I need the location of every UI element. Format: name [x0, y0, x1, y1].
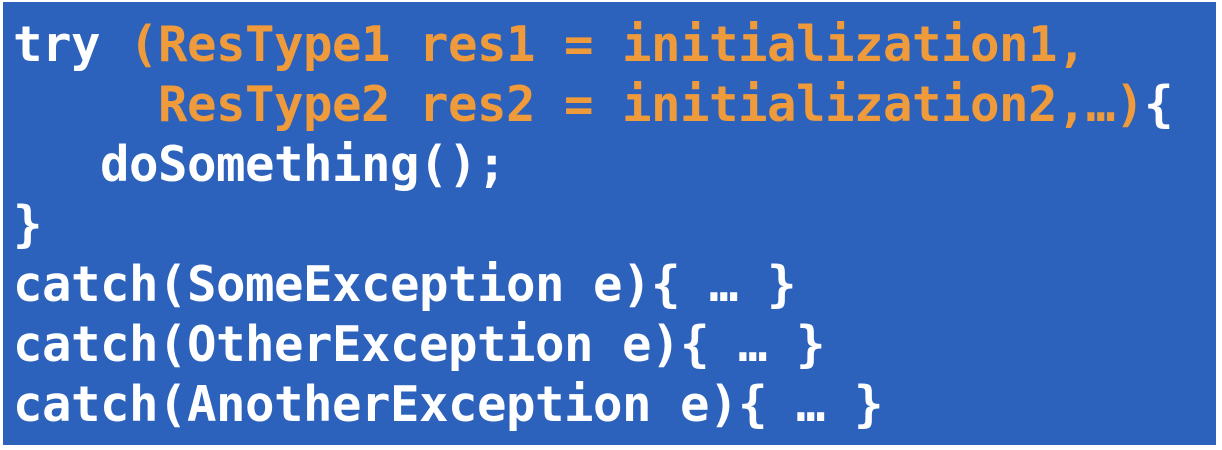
code-line-catch-other: catch(OtherException e){ … }	[13, 316, 826, 373]
open-brace: {	[1144, 76, 1174, 133]
resource-declaration-2: ResType2 res2 = initialization2,…)	[158, 76, 1145, 133]
code-line-resource-2: ResType2 res2 = initialization2,…){	[13, 76, 1174, 134]
code-line-catch-some: catch(SomeException e){ … }	[13, 256, 797, 313]
code-line-catch-another: catch(AnotherException e){ … }	[13, 376, 884, 433]
resource-declaration-1: (ResType1 res1 = initialization1,	[100, 16, 1087, 73]
try-keyword: try	[13, 16, 101, 73]
code-block: try (ResType1 res1 = initialization1, Re…	[3, 2, 1216, 445]
code-line-close-brace: }	[13, 196, 43, 253]
code-line-try: try (ResType1 res1 = initialization1,	[13, 16, 1087, 74]
code-line-body: doSomething();	[13, 136, 507, 193]
